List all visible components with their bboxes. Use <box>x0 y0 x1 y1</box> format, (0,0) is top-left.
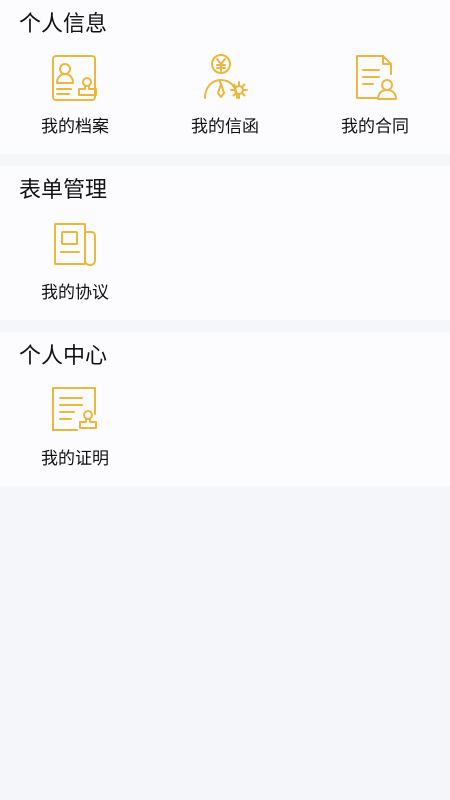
item-grid: 我的证明 <box>0 384 450 470</box>
item-label: 我的档案 <box>41 117 109 137</box>
my-contracts-button[interactable]: 我的合同 <box>300 52 450 138</box>
scroll-document-icon <box>49 218 101 270</box>
my-archive-button[interactable]: 我的档案 <box>0 52 150 138</box>
section-personal-center: 个人中心 我的证明 <box>0 332 450 486</box>
certificate-stamp-icon <box>49 384 101 436</box>
my-letters-button[interactable]: 我的信函 <box>150 52 300 138</box>
person-yuan-gear-icon <box>199 52 251 104</box>
section-title: 表单管理 <box>19 178 108 203</box>
id-card-icon <box>49 52 101 104</box>
document-person-icon <box>349 52 401 104</box>
item-grid: 我的档案 我的信函 我的合同 <box>0 52 450 138</box>
item-label: 我的合同 <box>341 117 409 137</box>
section-title: 个人信息 <box>19 12 108 37</box>
menu-page: 个人信息 我的档案 我的信函 我的合同 表单管理 我的协议 个人中心 我的证明 <box>0 0 450 486</box>
item-label: 我的证明 <box>41 449 109 469</box>
section-title: 个人中心 <box>19 344 108 369</box>
section-personal-info: 个人信息 我的档案 我的信函 我的合同 <box>0 0 450 154</box>
item-grid: 我的协议 <box>0 218 450 304</box>
item-label: 我的协议 <box>41 283 109 303</box>
section-form-management: 表单管理 我的协议 <box>0 166 450 320</box>
item-label: 我的信函 <box>191 117 259 137</box>
my-certificates-button[interactable]: 我的证明 <box>0 384 150 470</box>
my-agreements-button[interactable]: 我的协议 <box>0 218 150 304</box>
